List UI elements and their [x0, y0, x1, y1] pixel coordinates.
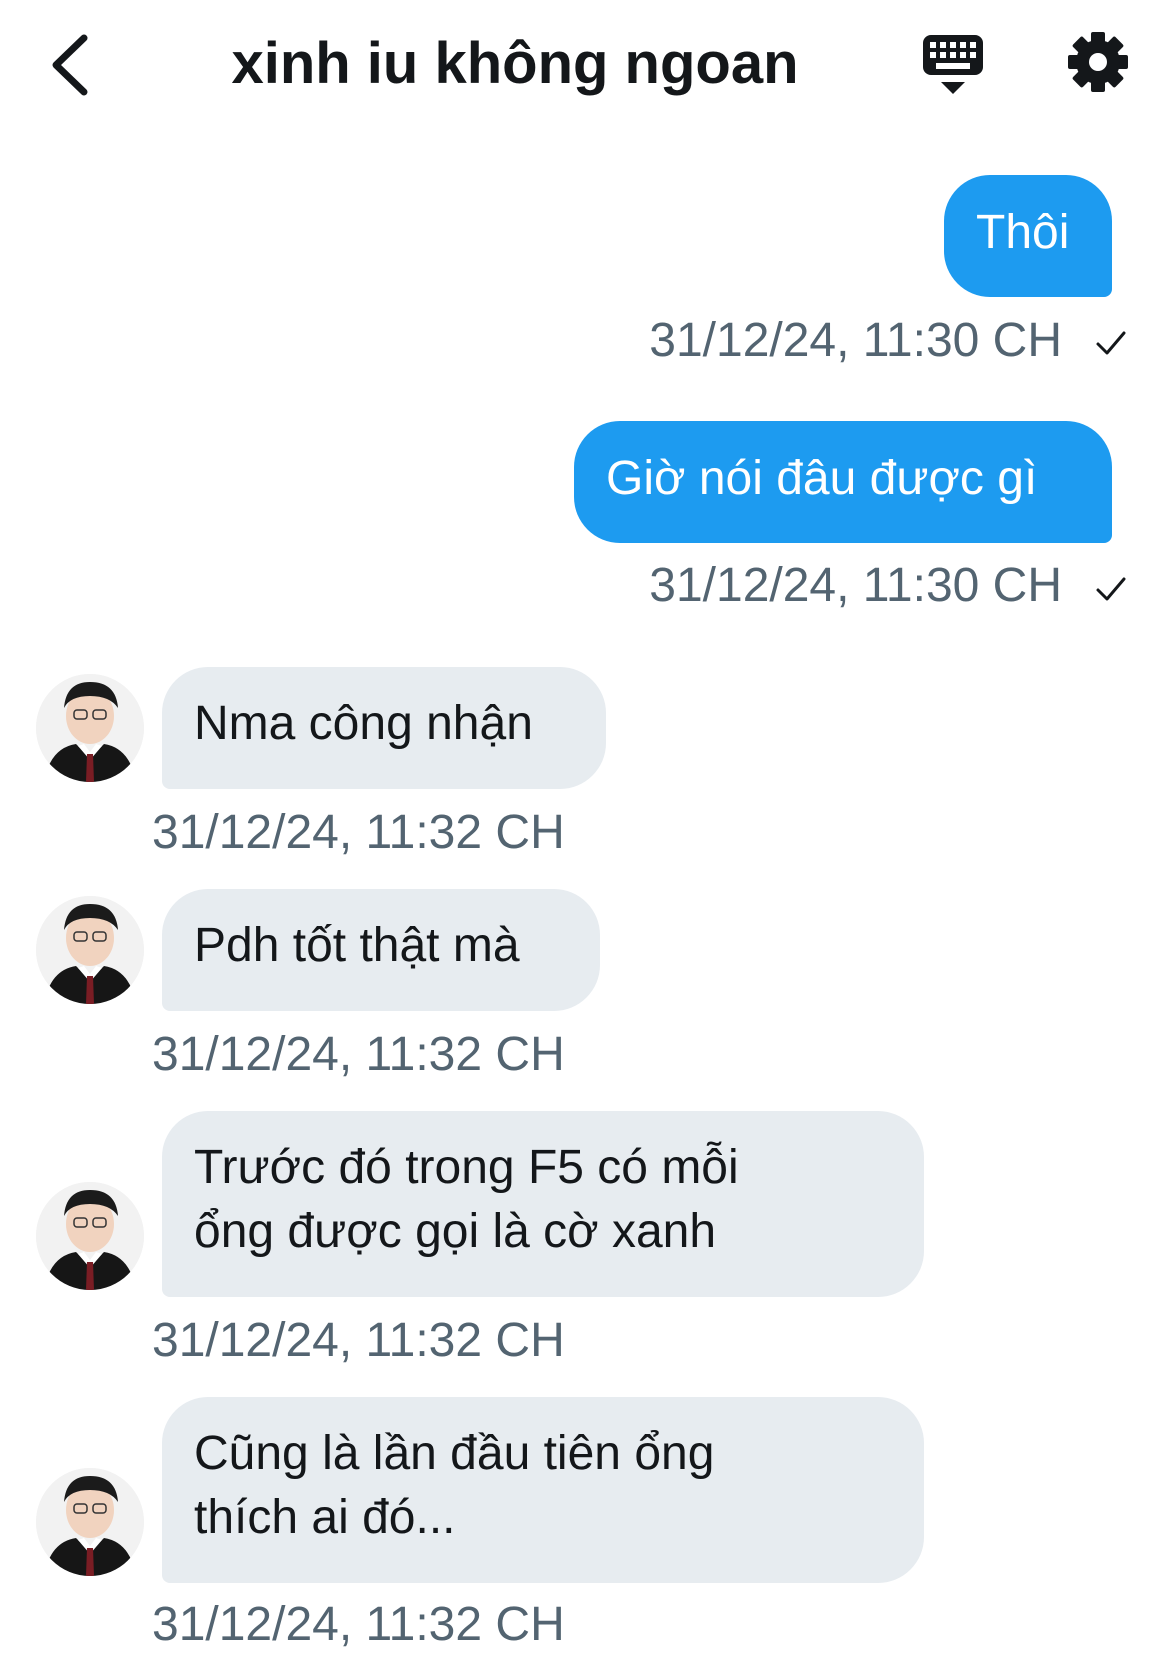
timestamp-text: 31/12/24, 11:32 CH [152, 1314, 565, 1367]
message-bubble-outgoing[interactable]: Giờ nói đâu được gì [574, 421, 1112, 543]
conversation-title: xinh iu không ngoan [231, 31, 799, 96]
message-bubble-outgoing[interactable]: Thôi [944, 175, 1112, 297]
settings-button[interactable] [1066, 30, 1130, 94]
gear-icon [1068, 32, 1128, 92]
message-timestamp: 31/12/24, 11:32 CH [152, 803, 565, 863]
message-timestamp: 31/12/24, 11:32 CH [152, 1025, 565, 1085]
message-timestamp: 31/12/24, 11:32 CH [152, 1595, 565, 1655]
timestamp-text: 31/12/24, 11:32 CH [152, 1598, 565, 1651]
message-text-line: Trước đó trong F5 có mỗi [194, 1141, 739, 1194]
avatar[interactable] [36, 896, 144, 1004]
avatar[interactable] [36, 1468, 144, 1576]
chat-header: xinh iu không ngoan [0, 0, 1170, 130]
timestamp-text: 31/12/24, 11:32 CH [152, 806, 565, 859]
message-text: Nma công nhận [194, 697, 533, 750]
message-text-line: ổng được gọi là cờ xanh [194, 1205, 717, 1258]
back-button[interactable] [40, 30, 100, 100]
message-text: Giờ nói đâu được gì [606, 452, 1038, 505]
timestamp-text: 31/12/24, 11:30 CH [649, 314, 1062, 367]
avatar[interactable] [36, 674, 144, 782]
chevron-left-icon [52, 34, 88, 96]
message-timestamp: 31/12/24, 11:30 CH [649, 556, 1062, 616]
message-text-line: thích ai đó... [194, 1491, 456, 1544]
message-text: Thôi [976, 206, 1070, 259]
message-bubble-incoming[interactable]: Trước đó trong F5 có mỗi ổng được gọi là… [162, 1111, 924, 1297]
timestamp-text: 31/12/24, 11:30 CH [649, 559, 1062, 612]
message-bubble-incoming[interactable]: Nma công nhận [162, 667, 606, 789]
message-bubble-incoming[interactable]: Cũng là lần đầu tiên ổng thích ai đó... [162, 1397, 924, 1583]
avatar[interactable] [36, 1182, 144, 1290]
message-text: Pdh tốt thật mà [194, 919, 520, 972]
timestamp-text: 31/12/24, 11:32 CH [152, 1028, 565, 1081]
checkmark-icon [1096, 331, 1126, 355]
message-bubble-incoming[interactable]: Pdh tốt thật mà [162, 889, 600, 1011]
message-timestamp: 31/12/24, 11:30 CH [649, 311, 1062, 371]
keyboard-button[interactable] [920, 32, 986, 98]
message-text-line: Cũng là lần đầu tiên ổng [194, 1427, 715, 1480]
message-timestamp: 31/12/24, 11:32 CH [152, 1311, 565, 1371]
keyboard-icon [923, 35, 983, 94]
checkmark-icon [1096, 577, 1126, 601]
